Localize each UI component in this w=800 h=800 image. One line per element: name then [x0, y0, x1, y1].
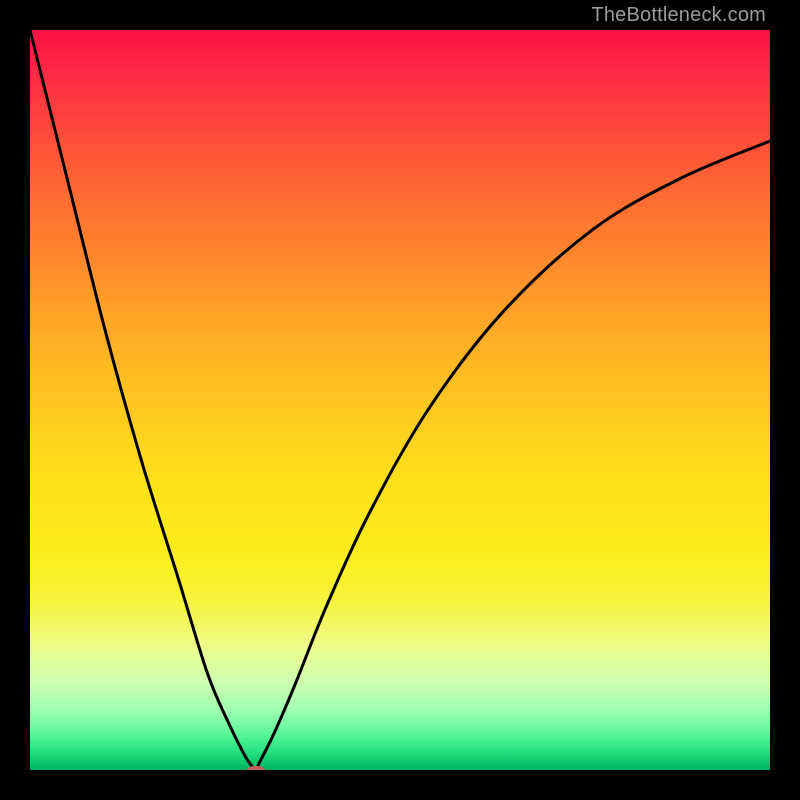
watermark-text: TheBottleneck.com: [591, 4, 766, 27]
curve-svg: [30, 30, 770, 770]
chart-frame: TheBottleneck.com: [0, 0, 800, 800]
min-marker: [247, 766, 265, 770]
plot-area: [30, 30, 770, 770]
bottleneck-curve: [30, 30, 770, 770]
